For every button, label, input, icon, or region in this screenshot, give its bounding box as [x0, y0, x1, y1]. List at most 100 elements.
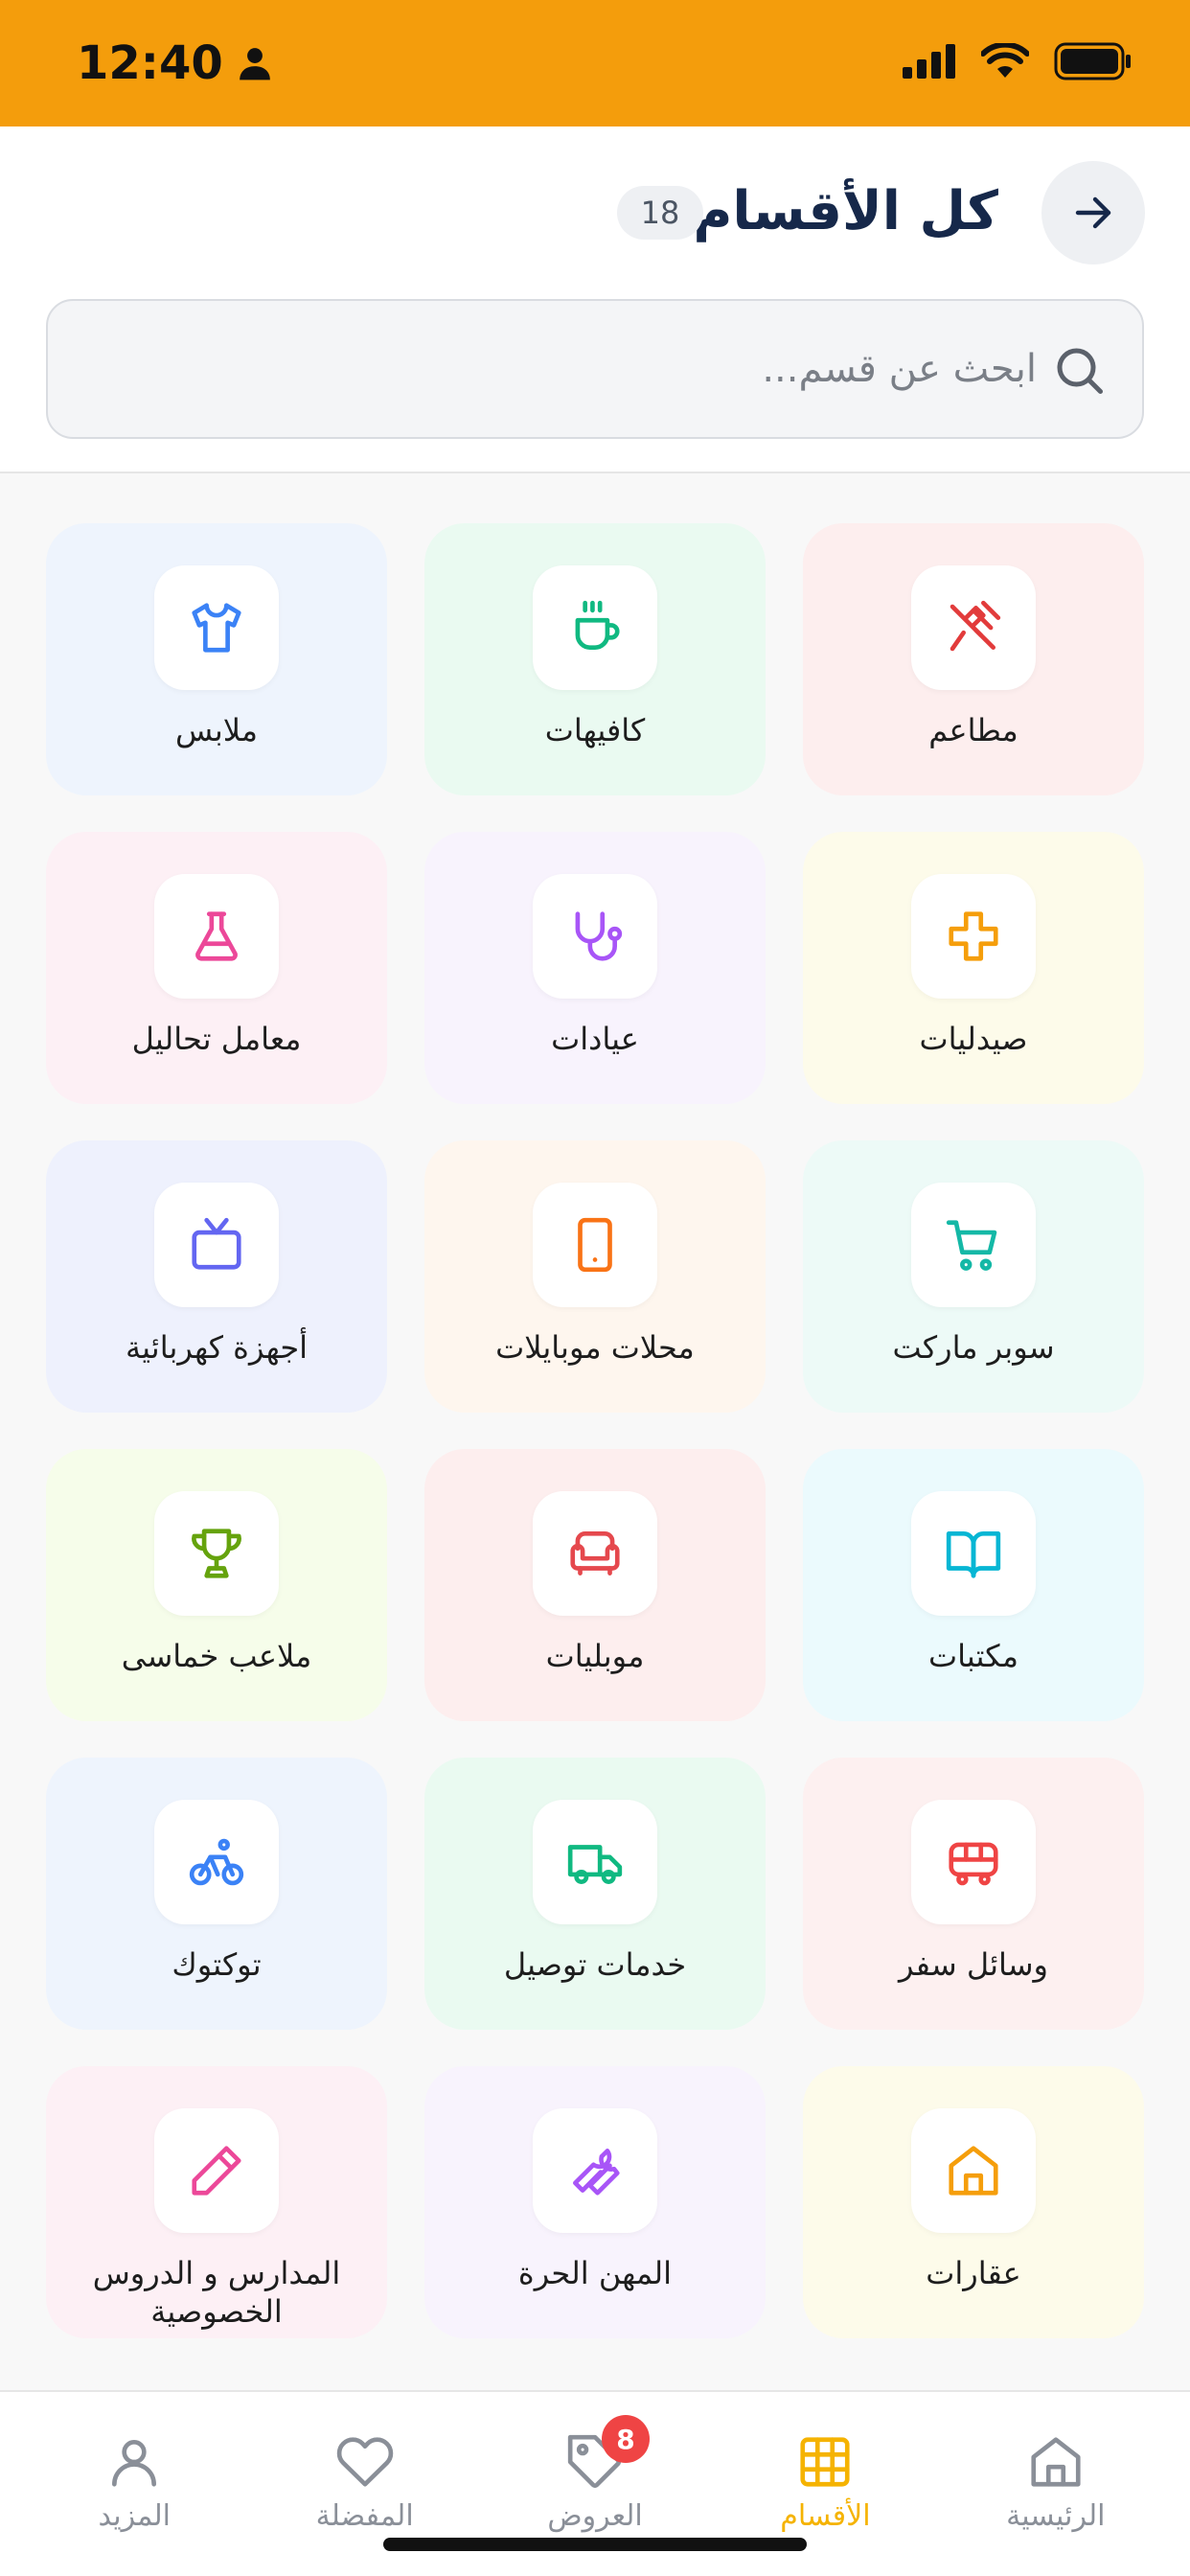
category-label: أجهزة كهربائية [125, 1329, 309, 1366]
book-open-icon [946, 1531, 1001, 1578]
category-icon-box [911, 874, 1036, 999]
status-bar: 12:40 [0, 0, 1190, 126]
category-card[interactable]: ملابس [46, 523, 387, 795]
search-input[interactable] [174, 301, 1037, 437]
category-card[interactable]: موبليات [424, 1449, 766, 1721]
category-icon-box [911, 1491, 1036, 1616]
category-label: كافيهات [544, 712, 646, 748]
category-count-badge: 18 [617, 186, 703, 240]
heart-icon [336, 2437, 393, 2487]
category-icon-box [154, 874, 279, 999]
category-icon-box [154, 1491, 279, 1616]
bicycle-icon [189, 1838, 244, 1886]
category-card[interactable]: مطاعم [803, 523, 1144, 795]
category-icon-box [533, 565, 657, 690]
person-icon [239, 48, 270, 80]
search-icon [1057, 348, 1103, 394]
category-label: موبليات [545, 1638, 645, 1674]
category-card[interactable]: صيدليات [803, 832, 1144, 1104]
trophy-icon [192, 1529, 241, 1578]
status-indicators [903, 42, 1133, 80]
sofa-icon [570, 1531, 620, 1576]
category-card[interactable]: عقارات [803, 2066, 1144, 2338]
category-label: المدارس و الدروس الخصوصية [92, 2255, 341, 2330]
nav-item-home[interactable]: الرئيسية [946, 2392, 1166, 2576]
nav-label: الرئيسية [1006, 2499, 1106, 2533]
category-label: عيادات [551, 1021, 639, 1057]
category-card[interactable]: ملاعب خماسى [46, 1449, 387, 1721]
category-card[interactable]: وسائل سفر [803, 1758, 1144, 2030]
category-icon-box [154, 565, 279, 690]
category-icon-box [911, 565, 1036, 690]
category-card[interactable]: توكتوك [46, 1758, 387, 2030]
nav-label: المزيد [98, 2499, 171, 2533]
category-label: ملابس [175, 712, 258, 748]
arrow-right-icon [1075, 196, 1111, 229]
category-icon-box [533, 874, 657, 999]
truck-icon [567, 1845, 623, 1884]
coffee-cup-icon [575, 600, 620, 650]
categories-grid: مطاعم كافيهات ملابس صيدليات عيادات معامل تحال… [46, 523, 1144, 2338]
category-label: وسائل سفر [899, 1946, 1048, 1983]
bus-icon [949, 1842, 998, 1886]
home-indicator [383, 2538, 807, 2551]
category-icon-box [533, 1800, 657, 1924]
wifi-icon [981, 43, 1029, 78]
category-card[interactable]: كافيهات [424, 523, 766, 795]
flask-icon [195, 911, 238, 961]
category-card[interactable]: أجهزة كهربائية [46, 1140, 387, 1413]
status-time: 12:40 [77, 36, 273, 90]
category-card[interactable]: سوبر ماركت [803, 1140, 1144, 1413]
page-title: كل الأقسام [693, 180, 998, 242]
medical-cross-icon [949, 911, 998, 961]
category-icon-box [154, 1183, 279, 1307]
pencil-icon [192, 2146, 241, 2196]
cellular-signal-icon [903, 44, 955, 79]
category-card[interactable]: خدمات توصيل [424, 1758, 766, 2030]
smartphone-icon [578, 1217, 612, 1273]
category-label: ملاعب خماسى [121, 1638, 312, 1674]
category-card[interactable]: مكتبات [803, 1449, 1144, 1721]
category-card[interactable]: المهن الحرة [424, 2066, 766, 2338]
offers-badge: 8 [602, 2415, 651, 2463]
battery-icon [1054, 42, 1131, 80]
shirt-icon [192, 603, 241, 653]
category-icon-box [911, 1183, 1036, 1307]
stethoscope-icon [575, 911, 623, 961]
category-card[interactable]: عيادات [424, 832, 766, 1104]
home-icon [1031, 2437, 1081, 2487]
nav-label: العروض [547, 2499, 643, 2533]
category-icon-box [154, 2108, 279, 2233]
user-icon [112, 2440, 157, 2487]
category-label: مطاعم [928, 712, 1018, 748]
nav-label: المفضلة [315, 2499, 414, 2533]
category-label: معامل تحاليل [131, 1021, 302, 1057]
back-button[interactable] [1041, 161, 1145, 264]
category-icon-box [533, 2108, 657, 2233]
category-label: سوبر ماركت [892, 1329, 1055, 1366]
category-icon-box [154, 1800, 279, 1924]
nav-item-user[interactable]: المزيد [24, 2392, 244, 2576]
category-label: توكتوك [172, 1946, 262, 1983]
status-time-text: 12:40 [77, 36, 223, 90]
category-label: عقارات [926, 2255, 1021, 2291]
category-icon-box [533, 1183, 657, 1307]
page-header: كل الأقسام 18 [0, 126, 1190, 473]
category-icon-box [911, 2108, 1036, 2233]
category-card[interactable]: معامل تحاليل [46, 832, 387, 1104]
category-label: مكتبات [928, 1638, 1018, 1674]
category-label: خدمات توصيل [503, 1946, 687, 1983]
utensils-crossed-icon [950, 600, 1001, 652]
search-bar[interactable] [46, 299, 1144, 439]
shopping-cart-icon [946, 1220, 997, 1271]
house-icon [949, 2146, 998, 2196]
category-card[interactable]: المدارس و الدروس الخصوصية [46, 2066, 387, 2338]
grid-icon [800, 2437, 850, 2487]
category-icon-box [911, 1800, 1036, 1924]
tv-icon [192, 1217, 241, 1270]
wrench-icon [573, 2149, 620, 2196]
category-card[interactable]: محلات موبايلات [424, 1140, 766, 1413]
nav-label: الأقسام [780, 2499, 871, 2533]
category-label: صيدليات [919, 1021, 1028, 1057]
category-label: محلات موبايلات [495, 1329, 695, 1366]
